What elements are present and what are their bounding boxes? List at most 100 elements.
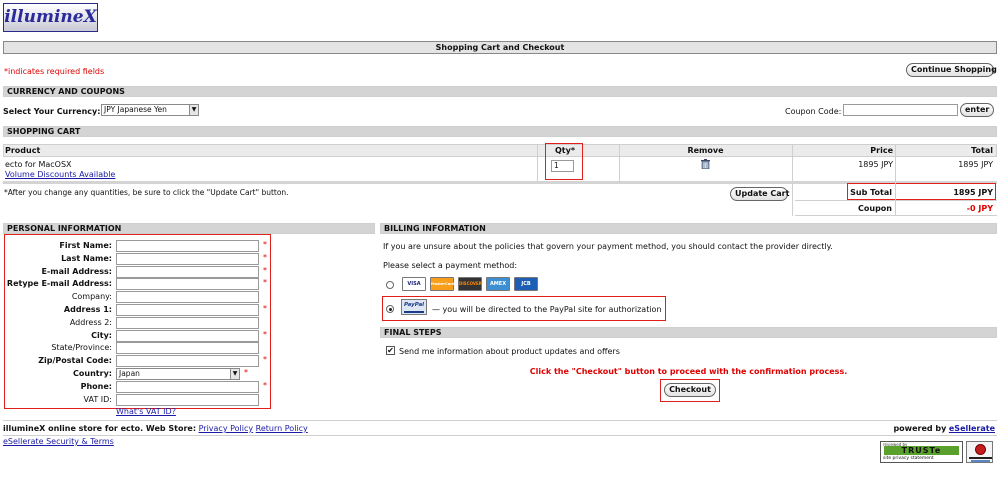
payment-method-label: Please select a payment method: [383, 261, 518, 270]
truste-badge[interactable]: reviewed by TRUSTe site privacy statemen… [880, 441, 963, 463]
billing-section-header: BILLING INFORMATION [380, 223, 997, 234]
required-star: * [263, 355, 267, 364]
coupon-code-label: Coupon Code: [785, 107, 842, 116]
currency-select[interactable]: JPY Japanese Yen ▼ [101, 104, 199, 116]
paypal-radio-dot [388, 307, 392, 311]
last-name-input[interactable] [116, 253, 259, 265]
checkout-instruction: Click the "Checkout" button to proceed w… [529, 367, 848, 376]
zip-postal-code-label: Zip/Postal Code: [38, 356, 112, 365]
required-note: *indicates required fields [4, 67, 105, 76]
page-title: Shopping Cart and Checkout [435, 43, 565, 52]
paypal-logo-bar [404, 311, 424, 313]
required-star: * [263, 381, 267, 390]
bbb-seal-icon[interactable] [966, 441, 993, 463]
paypal-radio[interactable] [386, 305, 394, 313]
cart-item-name: ecto for MacOSX [5, 160, 72, 169]
powered-by: powered by eSellerate [893, 424, 995, 433]
phone-label: Phone: [80, 382, 112, 391]
logo-text: illumineX [4, 7, 97, 27]
country-select[interactable]: Japan ▼ [116, 368, 240, 380]
coupon-code-input[interactable] [843, 104, 958, 116]
truste-sub-text: site privacy statement [883, 456, 934, 461]
last-name-label: Last Name: [61, 254, 112, 263]
phone-input[interactable] [116, 381, 259, 393]
update-cart-note: *After you change any quantities, be sur… [4, 188, 289, 197]
zip-postal-code-input[interactable] [116, 355, 259, 367]
mastercard-icon: MasterCard [430, 277, 454, 291]
personal-section-header: PERSONAL INFORMATION [3, 223, 375, 234]
vat-id-input[interactable] [116, 394, 259, 406]
e-mail-address-label: E-mail Address: [41, 267, 112, 276]
security-terms-link[interactable]: eSellerate Security & Terms [3, 437, 114, 446]
checkmark-icon: ✔ [387, 346, 394, 355]
return-policy-link[interactable]: Return Policy [256, 424, 308, 433]
seal-circle [975, 444, 986, 455]
retype-e-mail-address-label: Retype E-mail Address: [6, 279, 112, 288]
currency-section-header: CURRENCY AND COUPONS [3, 86, 997, 97]
required-star: * [263, 278, 267, 287]
address-2-label: Address 2: [69, 318, 112, 327]
col-product: Product [5, 146, 41, 155]
paypal-logo: PayPal [401, 299, 427, 315]
logo: illumineX [3, 3, 98, 32]
qty-highlight [545, 143, 583, 180]
page-header: Shopping Cart and Checkout [3, 41, 997, 54]
item-total: 1895 JPY [958, 160, 993, 169]
chevron-down-icon: ▼ [230, 369, 239, 379]
address-1-label: Address 1: [63, 305, 112, 314]
coupon-discount-value: -0 JPY [966, 204, 993, 213]
coupon-discount-label: Coupon [858, 204, 892, 213]
col-remove: Remove [687, 146, 724, 155]
discover-card-icon: DISCOVER [458, 277, 482, 291]
city-label: City: [91, 331, 112, 340]
volume-discounts-link[interactable]: Volume Discounts Available [5, 170, 115, 179]
city-input[interactable] [116, 330, 259, 342]
vat-help-link[interactable]: What's VAT ID? [116, 407, 176, 416]
col-price: Price [870, 146, 893, 155]
continue-shopping-button[interactable]: Continue Shopping [906, 63, 997, 77]
cart-section-header: SHOPPING CART [3, 126, 997, 137]
retype-e-mail-address-input[interactable] [116, 278, 259, 290]
checkout-button[interactable]: Checkout [664, 383, 716, 397]
visa-card-icon: VISA [402, 277, 426, 291]
trash-icon[interactable] [701, 159, 710, 170]
required-star: * [244, 368, 248, 377]
update-cart-button[interactable]: Update Cart [730, 187, 789, 201]
required-star: * [263, 330, 267, 339]
esellerate-link[interactable]: eSellerate [949, 424, 995, 433]
e-mail-address-input[interactable] [116, 266, 259, 278]
state-province-label: State/Province: [51, 343, 112, 352]
required-star: * [263, 240, 267, 249]
newsletter-label: Send me information about product update… [399, 347, 620, 356]
newsletter-checkbox[interactable]: ✔ [386, 346, 395, 355]
paypal-text: — you will be directed to the PayPal sit… [432, 305, 662, 314]
state-province-input[interactable] [116, 342, 259, 354]
required-star: * [263, 304, 267, 313]
truste-logo: TRUSTe [884, 446, 959, 455]
address-1-input[interactable] [116, 304, 259, 316]
required-star: * [263, 253, 267, 262]
jcb-card-icon: JCB [514, 277, 538, 291]
first-name-label: First Name: [59, 241, 112, 250]
company-label: Company: [71, 292, 112, 301]
subtotal-highlight [847, 183, 996, 200]
billing-policy-note: If you are unsure about the policies tha… [383, 242, 833, 251]
amex-card-icon: AMEX [486, 277, 510, 291]
currency-label: Select Your Currency: [3, 107, 101, 116]
country-label: Country: [73, 369, 112, 378]
footer-store: illumineX online store for ecto. Web Sto… [3, 424, 308, 433]
privacy-policy-link[interactable]: Privacy Policy [199, 424, 254, 433]
item-price: 1895 JPY [858, 160, 893, 169]
footer-store-text: illumineX online store for ecto. Web Sto… [3, 424, 197, 433]
chevron-down-icon: ▼ [189, 105, 198, 115]
vat-id-label: VAT ID: [83, 395, 112, 404]
company-input[interactable] [116, 291, 259, 303]
first-name-input[interactable] [116, 240, 259, 252]
card-payment-radio[interactable] [386, 281, 394, 289]
final-section-header: FINAL STEPS [380, 327, 997, 338]
coupon-enter-button[interactable]: enter [960, 103, 994, 117]
required-note-text: indicates required fields [8, 67, 105, 76]
required-star: * [263, 266, 267, 275]
address-2-input[interactable] [116, 317, 259, 329]
col-total: Total [971, 146, 993, 155]
